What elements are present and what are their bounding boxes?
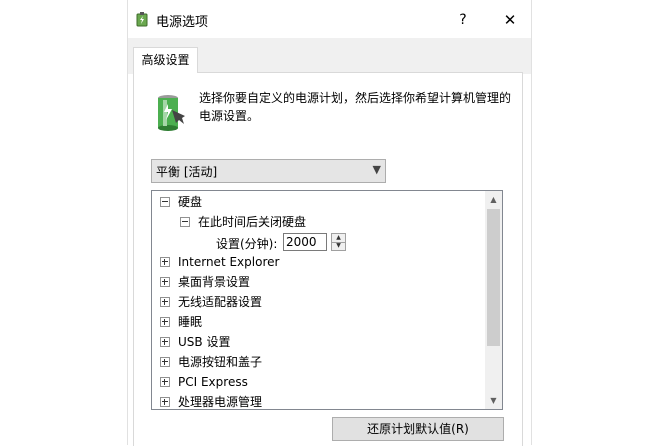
- tree-item-power-buttons-lid[interactable]: 电源按钮和盖子: [160, 353, 262, 371]
- power-options-icon: [136, 12, 148, 27]
- collapse-icon[interactable]: [160, 196, 170, 207]
- restore-defaults-button[interactable]: 还原计划默认值(R): [332, 417, 504, 441]
- tree-item-label: 无线适配器设置: [178, 295, 263, 309]
- window-title: 电源选项: [156, 15, 209, 30]
- minutes-input[interactable]: [283, 233, 327, 251]
- power-plan-select[interactable]: 平衡 [活动] ▼: [151, 159, 386, 183]
- expand-icon[interactable]: [160, 336, 170, 347]
- power-plan-value: 平衡 [活动]: [156, 165, 218, 179]
- tab-advanced-settings[interactable]: 高级设置: [133, 47, 198, 73]
- tree-item-label: 睡眠: [178, 315, 203, 329]
- spin-down-icon[interactable]: ▼: [332, 242, 345, 250]
- tree-item-processor-power[interactable]: 处理器电源管理: [160, 393, 263, 409]
- tree-item-label: 在此时间后关闭硬盘: [198, 215, 307, 229]
- expand-icon[interactable]: [160, 396, 170, 407]
- settings-tree[interactable]: 硬盘 在此时间后关闭硬盘 设置(分钟): ▲ ▼ Internet Explor…: [151, 190, 503, 410]
- description-text: 选择你要自定义的电源计划，然后选择你希望计算机管理的电源设置。: [199, 91, 512, 123]
- expand-icon[interactable]: [160, 256, 170, 267]
- tree-item-internet-explorer[interactable]: Internet Explorer: [160, 253, 279, 271]
- expand-icon[interactable]: [160, 276, 170, 287]
- tree-item-label: 电源按钮和盖子: [178, 355, 263, 369]
- tree-item-desktop-background[interactable]: 桌面背景设置: [160, 273, 250, 291]
- scroll-down-icon[interactable]: ▼: [485, 392, 502, 409]
- scroll-up-icon[interactable]: ▲: [485, 191, 502, 208]
- power-options-dialog: 电源选项 ? ✕ 高级设置 选择你要自定义的电源计划，然后选择你希望计算机管理的…: [127, 0, 532, 446]
- expand-icon[interactable]: [160, 296, 170, 307]
- expand-icon[interactable]: [160, 356, 170, 367]
- collapse-icon[interactable]: [180, 216, 190, 227]
- tree-item-turn-off-hard-disk[interactable]: 在此时间后关闭硬盘: [180, 213, 306, 231]
- tree-item-pci-express[interactable]: PCI Express: [160, 373, 248, 391]
- tree-scrollbar[interactable]: ▲ ▼: [485, 191, 502, 409]
- expand-icon[interactable]: [160, 316, 170, 327]
- tree-item-usb-settings[interactable]: USB 设置: [160, 333, 230, 351]
- minutes-spinner[interactable]: ▲ ▼: [331, 233, 346, 251]
- tree-item-label: 硬盘: [178, 195, 203, 209]
- expand-icon[interactable]: [160, 376, 170, 387]
- setting-minutes-label: 设置(分钟):: [216, 237, 278, 251]
- chevron-down-icon: ▼: [372, 163, 381, 176]
- tree-item-label: 桌面背景设置: [178, 275, 251, 289]
- scroll-thumb[interactable]: [487, 209, 500, 346]
- tree-item-label: PCI Express: [178, 375, 248, 389]
- battery-icon: [158, 95, 185, 131]
- tree-item-sleep[interactable]: 睡眠: [160, 313, 202, 331]
- tree-item-label: USB 设置: [178, 335, 231, 349]
- close-button[interactable]: ✕: [495, 6, 525, 34]
- tree-item-hard-disk[interactable]: 硬盘: [160, 193, 202, 211]
- tree-item-wireless-adapter[interactable]: 无线适配器设置: [160, 293, 262, 311]
- tree-item-label: 处理器电源管理: [178, 395, 263, 409]
- tree-item-label: Internet Explorer: [178, 255, 280, 269]
- title-bar: 电源选项 ? ✕: [128, 0, 531, 38]
- help-button[interactable]: ?: [448, 6, 478, 34]
